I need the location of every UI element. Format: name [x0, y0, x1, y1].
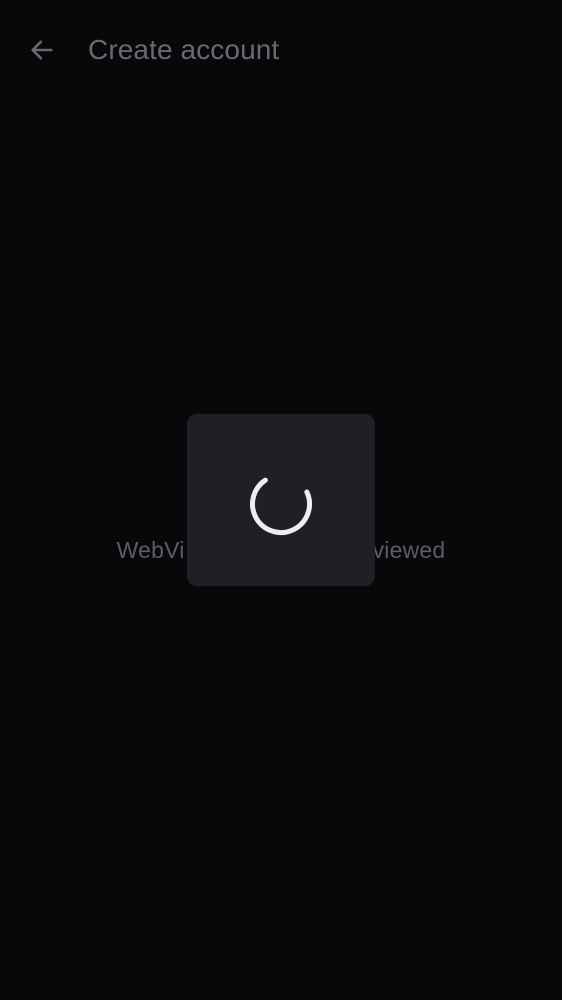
- back-button[interactable]: [20, 28, 64, 72]
- loading-dialog: [187, 414, 375, 586]
- arrow-back-icon: [31, 40, 53, 60]
- page-title: Create account: [88, 34, 280, 65]
- progress-spinner-icon: [249, 472, 313, 536]
- webview-message-right: viewed: [372, 537, 446, 563]
- webview-message-left: WebVi: [116, 537, 185, 563]
- app-bar: Create account: [0, 0, 562, 100]
